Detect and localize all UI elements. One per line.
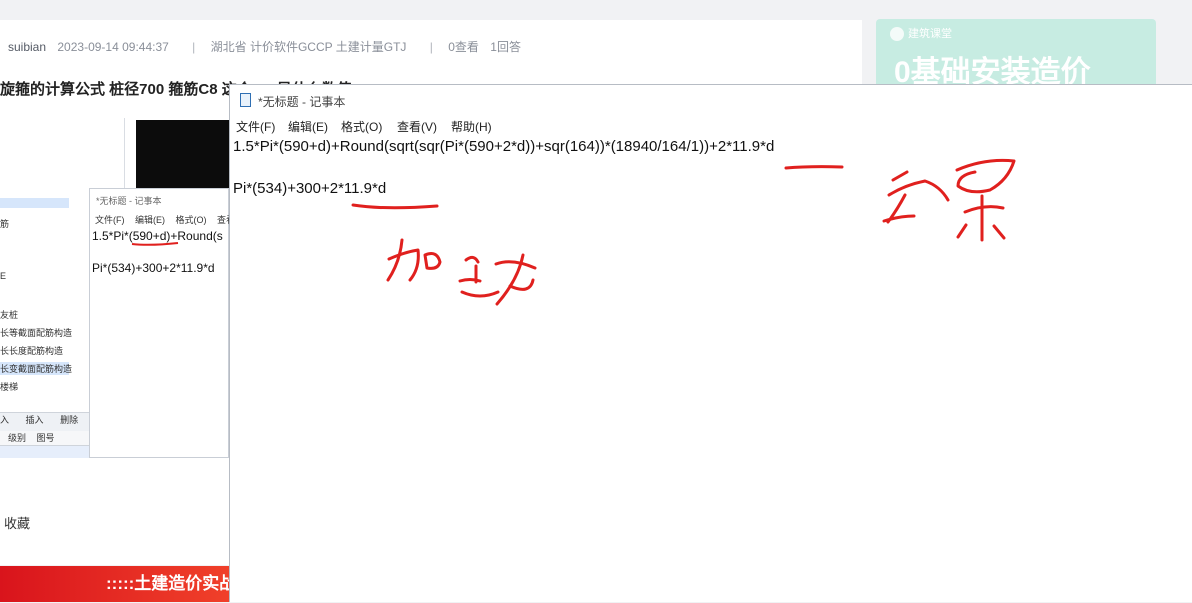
author-link[interactable]: suibian xyxy=(8,40,46,54)
tree-item: 友桩 xyxy=(0,310,19,320)
toolbar-label: 入 xyxy=(0,415,10,425)
formula-line-1: 1.5*Pi*(590+d)+Round(sqrt(sqr(Pi*(590+2*… xyxy=(233,138,775,155)
notepad-icon xyxy=(240,93,251,107)
post-datetime: 2023-09-14 09:44:37 xyxy=(57,40,169,54)
menu-edit[interactable]: 编辑(E) xyxy=(288,118,328,135)
menu-help[interactable]: 帮助(H) xyxy=(451,118,492,135)
attached-screenshot[interactable]: 筋 E 友桩 长等截面配筋构造 长长度配筋构造 长变截面配筋构造 楼梯 入 插入… xyxy=(0,118,235,458)
menu-file[interactable]: 文件(F) xyxy=(236,118,275,135)
menu-bar: 文件(F) 编辑(E) 格式(O) 查看(V) 帮助(H) xyxy=(230,115,1192,135)
screenshot-drawing-area xyxy=(136,120,229,190)
promo-banner[interactable]: :::::土建造价实战 xyxy=(0,566,229,602)
screenshot-notepad: *无标题 - 记事本 文件(F) 编辑(E) 格式(O) 查看 1.5*Pi*(… xyxy=(89,188,235,458)
tree-item xyxy=(0,198,69,208)
tree-item: E xyxy=(0,271,7,281)
post-tags[interactable]: 湖北省 计价软件GCCP 土建计量GTJ xyxy=(211,40,407,54)
menu-item: 文件(F) xyxy=(95,215,125,225)
screenshot-table-row xyxy=(0,446,89,458)
menu-item: 编辑(E) xyxy=(135,215,166,225)
screenshot-toolbar: 入 插入 删除 xyxy=(0,412,89,431)
tree-item: 长变截面配筋构造 xyxy=(0,362,73,375)
screenshot-notepad-title: *无标题 - 记事本 xyxy=(96,196,162,206)
collect-button[interactable]: 收藏 xyxy=(4,513,30,532)
screenshot-notepad-menu: 文件(F) 编辑(E) 格式(O) 查看 xyxy=(95,213,243,226)
view-count: 0查看 xyxy=(448,40,479,54)
window-title: *无标题 - 记事本 xyxy=(258,95,346,109)
notepad-window[interactable]: *无标题 - 记事本 文件(F) 编辑(E) 格式(O) 查看(V) 帮助(H)… xyxy=(229,84,1192,602)
menu-format[interactable]: 格式(O) xyxy=(341,118,382,135)
toolbar-label: 删除 xyxy=(60,415,79,425)
meta-separator: | xyxy=(192,40,196,54)
tree-item: 筋 xyxy=(0,219,10,229)
tree-item: 楼梯 xyxy=(0,382,19,392)
ad-banner[interactable]: 建筑课堂 0基础安装造价 xyxy=(876,19,1156,89)
post-meta: suibian 2023-09-14 09:44:37 | 湖北省 计价软件GC… xyxy=(8,38,529,55)
meta-separator: | xyxy=(429,40,433,54)
ad-headline: 0基础安装造价 xyxy=(894,56,1091,89)
screenshot-formula-line: 1.5*Pi*(590+d)+Round(s xyxy=(92,229,223,243)
screenshot-formula-line: Pi*(534)+300+2*11.9*d xyxy=(92,261,215,275)
formula-line-2: Pi*(534)+300+2*11.9*d xyxy=(233,180,387,197)
notepad-titlebar[interactable]: *无标题 - 记事本 xyxy=(230,85,1192,115)
tree-item: 长长度配筋构造 xyxy=(0,346,64,356)
text-editor-area[interactable]: 1.5*Pi*(590+d)+Round(sqrt(sqr(Pi*(590+2*… xyxy=(230,135,1192,603)
menu-view[interactable]: 查看(V) xyxy=(397,118,437,135)
toolbar-label: 插入 xyxy=(25,415,44,425)
answer-count: 1回答 xyxy=(490,40,521,54)
logo-icon xyxy=(890,27,904,42)
screenshot-table-header: 级别 图号 xyxy=(0,431,89,446)
tree-item: 长等截面配筋构造 xyxy=(0,328,73,338)
menu-item: 格式(O) xyxy=(175,215,207,225)
table-header-cell: 图号 xyxy=(36,433,55,443)
ad-logo: 建筑课堂 xyxy=(890,25,952,42)
table-header-cell: 级别 xyxy=(8,433,27,443)
